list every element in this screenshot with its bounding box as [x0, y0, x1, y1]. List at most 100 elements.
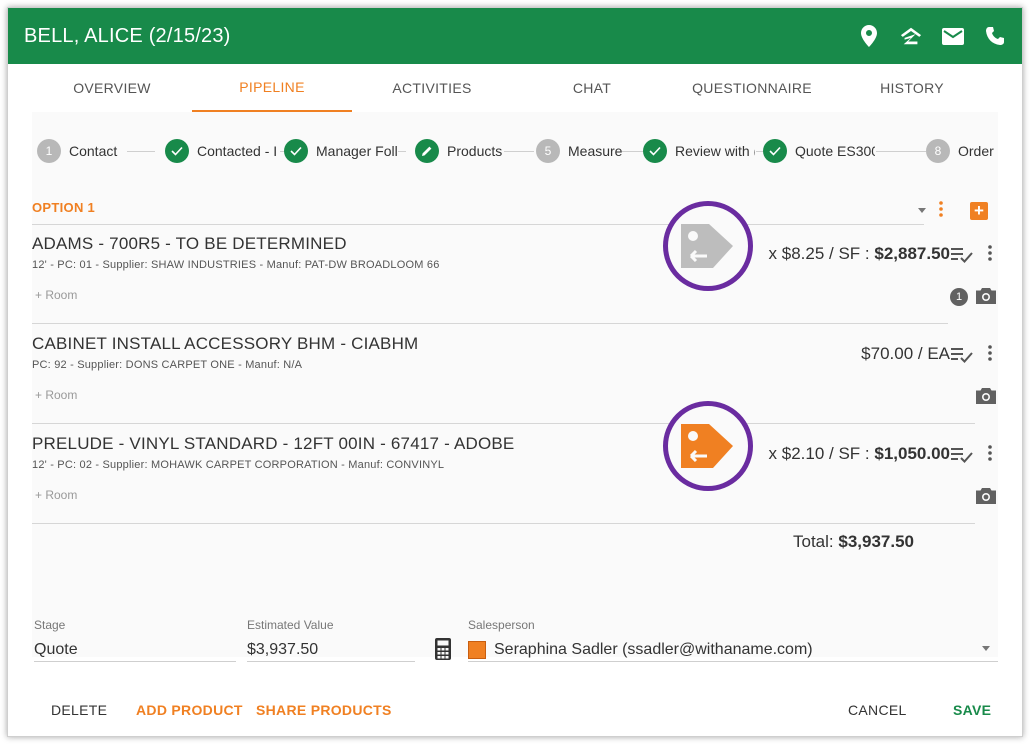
salesperson-select[interactable]: Seraphina Sadler (ssadler@withaname.com) — [468, 638, 998, 662]
phone-icon[interactable] — [984, 25, 1006, 47]
product-row: ADAMS - 700R5 - TO BE DETERMINED 12' - P… — [32, 224, 998, 324]
salesperson-label: Salesperson — [468, 618, 535, 632]
step-measure[interactable]: 5 Measure — [536, 139, 626, 163]
product-row: PRELUDE - VINYL STANDARD - 12FT 00IN - 6… — [32, 424, 998, 524]
step-label: Manager Foll — [316, 143, 398, 159]
check-icon — [763, 139, 787, 163]
price-rate: x $8.25 / SF : — [768, 244, 875, 263]
product-name: PRELUDE - VINYL STANDARD - 12FT 00IN - 6… — [32, 434, 515, 453]
header-actions — [858, 25, 1006, 47]
price-total: $2,887.50 — [874, 244, 950, 263]
price-rate: x $2.10 / SF : — [768, 444, 875, 463]
step-label: Contact — [69, 143, 118, 159]
total-value: $3,937.50 — [838, 532, 914, 551]
tab-chat[interactable]: CHAT — [512, 64, 672, 112]
option-dropdown-caret-icon[interactable] — [918, 208, 926, 213]
option-title: OPTION 1 — [32, 200, 96, 215]
stage-input[interactable]: Quote — [34, 638, 236, 662]
edit-pencil-icon — [415, 139, 439, 163]
estimated-value-field[interactable]: Estimated Value $3,937.50 — [247, 618, 415, 662]
save-button[interactable]: SAVE — [953, 702, 991, 718]
share-products-button[interactable]: SHARE PRODUCTS — [256, 702, 392, 718]
price-tag-orange-icon[interactable] — [663, 401, 753, 491]
checklist-icon[interactable] — [951, 347, 975, 363]
camera-icon[interactable] — [975, 487, 997, 505]
tab-activities[interactable]: ACTIVITIES — [352, 64, 512, 112]
step-order[interactable]: 8 Order — [926, 139, 998, 163]
zillow-icon[interactable] — [900, 25, 922, 47]
tab-bar: OVERVIEW PIPELINE ACTIVITIES CHAT QUESTI… — [8, 64, 1022, 112]
step-label: Review with ( — [675, 143, 755, 159]
mail-icon[interactable] — [942, 25, 964, 47]
product-name: ADAMS - 700R5 - TO BE DETERMINED — [32, 234, 347, 253]
product-price: x $2.10 / SF : $1,050.00 — [769, 444, 950, 464]
price-total: $1,050.00 — [874, 444, 950, 463]
stage-field[interactable]: Stage Quote — [34, 618, 236, 662]
tab-questionnaire[interactable]: QUESTIONNAIRE — [672, 64, 832, 112]
product-description: 12' - PC: 02 - Supplier: MOHAWK CARPET C… — [32, 459, 445, 471]
total-amount: Total: $3,937.50 — [793, 532, 914, 552]
price-tag-gray-icon[interactable] — [663, 201, 753, 291]
estimated-value-label: Estimated Value — [247, 618, 334, 632]
row-divider — [32, 523, 975, 524]
step-review[interactable]: Review with ( — [643, 139, 755, 163]
step-label: Order — [958, 143, 994, 159]
product-price: $70.00 / EA — [861, 344, 950, 363]
step-number-badge: 5 — [536, 139, 560, 163]
more-vert-icon[interactable] — [987, 244, 993, 262]
salesperson-field[interactable]: Salesperson Seraphina Sadler (ssadler@wi… — [468, 618, 998, 662]
check-icon — [643, 139, 667, 163]
tab-overview[interactable]: OVERVIEW — [32, 64, 192, 112]
estimated-value-input[interactable]: $3,937.50 — [247, 638, 415, 662]
product-row: CABINET INSTALL ACCESSORY BHM - CIABHM P… — [32, 324, 998, 424]
option-more-icon[interactable] — [935, 200, 947, 218]
checklist-icon[interactable] — [951, 447, 975, 463]
delete-button[interactable]: DELETE — [51, 702, 107, 718]
add-product-button[interactable]: ADD PRODUCT — [136, 702, 243, 718]
camera-icon[interactable] — [975, 287, 997, 305]
check-icon — [165, 139, 189, 163]
camera-icon[interactable] — [975, 387, 997, 405]
step-label: Products — [447, 143, 503, 159]
location-pin-icon[interactable] — [858, 25, 880, 47]
add-room-link[interactable]: + Room — [35, 488, 77, 502]
step-connector — [876, 151, 926, 152]
cancel-button[interactable]: CANCEL — [848, 702, 907, 718]
pipeline-dialog: BELL, ALICE (2/15/23) OVERVIEW PIPELINE … — [7, 7, 1023, 737]
product-price: x $8.25 / SF : $2,887.50 — [769, 244, 950, 264]
step-connector — [398, 151, 406, 152]
salesperson-value: Seraphina Sadler (ssadler@withaname.com) — [494, 640, 813, 658]
salesperson-color-swatch — [468, 640, 486, 659]
stage-label: Stage — [34, 618, 66, 632]
pipeline-content: 1 Contact Contacted - I Manager Foll Pro… — [32, 112, 998, 662]
customer-title: BELL, ALICE (2/15/23) — [24, 24, 231, 47]
product-description: PC: 92 - Supplier: DONS CARPET ONE - Man… — [32, 359, 303, 371]
check-icon — [284, 139, 308, 163]
add-room-link[interactable]: + Room — [35, 388, 77, 402]
add-room-link[interactable]: + Room — [35, 288, 77, 302]
product-description: 12' - PC: 01 - Supplier: SHAW INDUSTRIES… — [32, 259, 440, 271]
step-label: Contacted - I — [197, 143, 277, 159]
step-label: Measure — [568, 143, 623, 159]
step-contacted[interactable]: Contacted - I — [165, 139, 277, 163]
tab-pipeline[interactable]: PIPELINE — [192, 64, 352, 112]
step-manager-follow-up[interactable]: Manager Foll — [284, 139, 398, 163]
photo-count-badge: 1 — [950, 288, 968, 306]
step-products[interactable]: Products — [415, 139, 509, 163]
more-vert-icon[interactable] — [987, 344, 993, 362]
chevron-down-icon[interactable] — [982, 646, 990, 651]
calculator-icon[interactable] — [435, 638, 451, 660]
tab-history[interactable]: HISTORY — [832, 64, 992, 112]
product-name: CABINET INSTALL ACCESSORY BHM - CIABHM — [32, 334, 419, 353]
add-option-button[interactable]: + — [970, 202, 988, 220]
dialog-header: BELL, ALICE (2/15/23) — [8, 8, 1022, 64]
step-number-badge: 1 — [37, 139, 61, 163]
step-connector — [127, 151, 155, 152]
checklist-icon[interactable] — [951, 247, 975, 263]
step-number-badge: 8 — [926, 139, 950, 163]
more-vert-icon[interactable] — [987, 444, 993, 462]
step-contact[interactable]: 1 Contact — [37, 139, 123, 163]
total-label: Total: — [793, 532, 839, 551]
step-label: Quote ES300 — [795, 143, 875, 159]
step-quote[interactable]: Quote ES300 — [763, 139, 875, 163]
